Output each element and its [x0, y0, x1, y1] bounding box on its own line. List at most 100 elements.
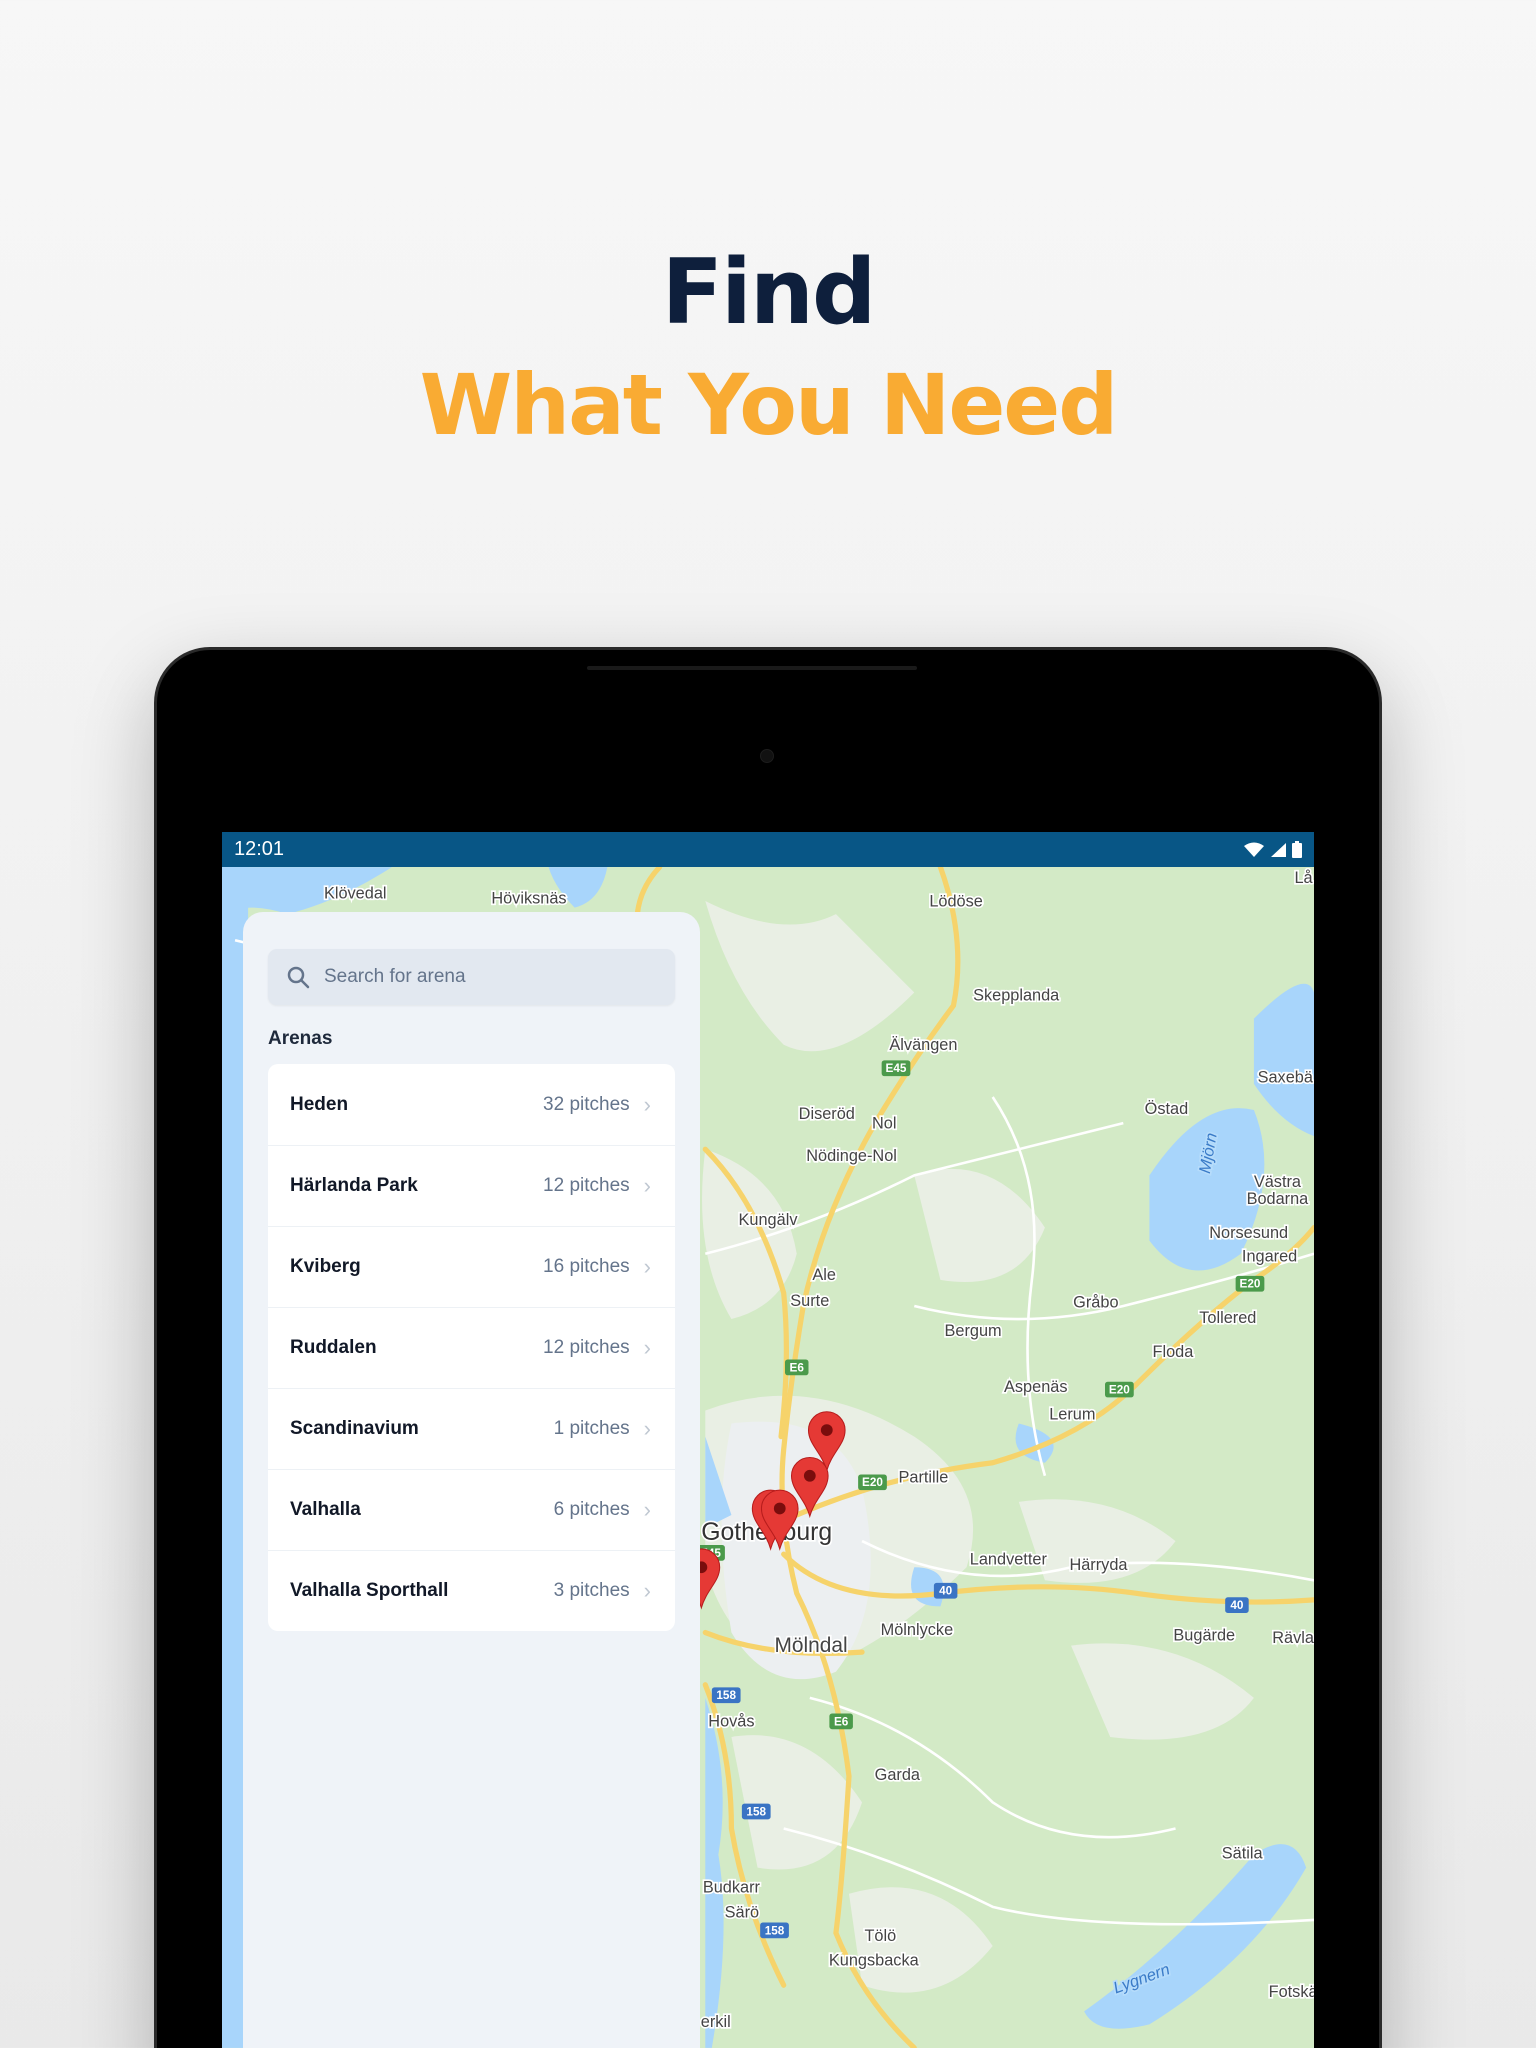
map-label: Ingared — [1242, 1248, 1297, 1266]
map-label: Mölnlycke — [881, 1621, 954, 1639]
pitch-count: 12 pitches — [543, 1175, 630, 1196]
map-label: Saxebä — [1258, 1069, 1314, 1087]
map-label: Lödöse — [929, 892, 983, 910]
map-label: Mölndal — [775, 1634, 848, 1657]
svg-text:E20: E20 — [1109, 1383, 1130, 1396]
chevron-right-icon: › — [643, 1578, 651, 1603]
map-label: Floda — [1153, 1343, 1195, 1361]
arena-row[interactable]: Valhalla Sporthall 3 pitches › — [268, 1550, 675, 1631]
road-shield: 158 — [711, 1687, 741, 1704]
road-shield: E20 — [1235, 1275, 1265, 1292]
chevron-right-icon: › — [643, 1091, 651, 1117]
road-shield: E6 — [829, 1713, 853, 1730]
search-input[interactable]: Search for arena — [268, 949, 675, 1005]
road-shield: E20 — [858, 1474, 887, 1491]
map-label: Särö — [725, 1903, 759, 1921]
pitch-count: 3 pitches — [553, 1580, 630, 1601]
svg-text:158: 158 — [716, 1689, 736, 1702]
svg-text:40: 40 — [1230, 1599, 1244, 1612]
map-label: Diseröd — [799, 1105, 855, 1123]
map-label: Nödinge-Nol — [806, 1147, 897, 1165]
arena-list: Heden 32 pitches › Härlanda Park 12 pitches… — [268, 1064, 675, 1631]
map-label: Landvetter — [970, 1551, 1048, 1569]
arena-row[interactable]: Heden 32 pitches › — [268, 1064, 675, 1145]
search-placeholder: Search for arena — [324, 966, 466, 987]
map-label: Lerum — [1049, 1406, 1095, 1424]
road-shield: 40 — [1225, 1597, 1249, 1613]
map-label: Kungsbacka — [829, 1952, 920, 1970]
map-label: Klövedal — [324, 884, 387, 902]
chevron-right-icon: › — [643, 1254, 651, 1279]
pitch-count: 6 pitches — [553, 1499, 630, 1520]
battery-icon — [1292, 841, 1302, 858]
chevron-right-icon: › — [643, 1416, 651, 1441]
svg-text:E45: E45 — [886, 1062, 907, 1075]
pitch-count: 16 pitches — [543, 1256, 630, 1277]
chevron-right-icon: › — [643, 1497, 651, 1522]
arena-name: Kviberg — [290, 1256, 361, 1277]
road-shield: 40 — [933, 1582, 958, 1599]
signal-icon — [1271, 842, 1286, 857]
search-icon — [287, 966, 310, 989]
map-label: Surte — [790, 1292, 829, 1310]
svg-text:40: 40 — [939, 1585, 953, 1598]
map-label: Västra — [1254, 1173, 1302, 1191]
road-shield: 158 — [760, 1922, 789, 1939]
status-bar: 12:01 — [222, 832, 1314, 867]
headline-find: Find — [661, 240, 877, 345]
map-label: Härryda — [1069, 1556, 1128, 1574]
arena-name: Härlanda Park — [290, 1175, 418, 1196]
map-label: Garda — [875, 1766, 921, 1784]
pitch-count: 32 pitches — [543, 1093, 630, 1115]
map-label: Kungälv — [739, 1211, 799, 1229]
svg-text:158: 158 — [765, 1924, 785, 1937]
map-label: Gråbo — [1073, 1293, 1118, 1311]
map-label: Fotskä — [1269, 1983, 1314, 2001]
wifi-icon — [1244, 842, 1264, 857]
road-shield: E45 — [881, 1060, 911, 1077]
arena-name: Valhalla — [290, 1499, 361, 1520]
chevron-right-icon: › — [643, 1335, 651, 1360]
arena-name: Scandinavium — [290, 1418, 419, 1439]
front-camera — [760, 749, 774, 763]
speaker-grille — [587, 666, 917, 670]
svg-text:E6: E6 — [790, 1361, 805, 1374]
map-label: Östad — [1145, 1100, 1189, 1118]
arena-name: Heden — [290, 1093, 349, 1115]
map-label: erkil — [701, 2013, 731, 2031]
pitch-count: 12 pitches — [543, 1337, 630, 1358]
svg-text:158: 158 — [746, 1805, 766, 1818]
arena-name: Ruddalen — [290, 1337, 377, 1358]
headline-what-you-need: What You Need — [419, 356, 1119, 454]
road-shield: E20 — [1105, 1381, 1134, 1398]
map-label: Tollered — [1199, 1309, 1256, 1327]
svg-text:E6: E6 — [834, 1715, 849, 1728]
arena-row[interactable]: Ruddalen 12 pitches › — [268, 1307, 675, 1388]
arena-row[interactable]: Härlanda Park 12 pitches › — [268, 1145, 675, 1226]
map-label: Bugärde — [1173, 1626, 1235, 1644]
pitch-count: 1 pitches — [553, 1418, 630, 1439]
map-label: Nol — [872, 1114, 896, 1132]
svg-text:E20: E20 — [862, 1476, 883, 1489]
map-label: Partille — [899, 1468, 949, 1486]
map-label: Sätila — [1222, 1845, 1264, 1863]
arena-name: Valhalla Sporthall — [290, 1580, 449, 1601]
svg-text:E20: E20 — [1240, 1278, 1261, 1291]
map-label: Ale — [812, 1266, 836, 1284]
status-time: 12:01 — [234, 838, 285, 860]
map-label: Norsesund — [1209, 1224, 1288, 1242]
map-label: Höviksnäs — [491, 890, 566, 908]
map-label: Budkarr — [703, 1878, 761, 1896]
road-shield: E6 — [784, 1359, 809, 1376]
chevron-right-icon: › — [643, 1173, 651, 1198]
arena-row[interactable]: Valhalla 6 pitches › — [268, 1469, 675, 1550]
arena-row[interactable]: Kviberg 16 pitches › — [268, 1226, 675, 1307]
map-label: Skepplanda — [973, 986, 1060, 1004]
road-shield: 158 — [741, 1803, 771, 1820]
map-label: Älvängen — [889, 1036, 957, 1054]
arena-panel: Search for arena Arenas Heden 32 pitches ›… — [243, 912, 700, 2048]
arenas-heading: Arenas — [268, 1028, 333, 1049]
arena-row[interactable]: Scandinavium 1 pitches › — [268, 1388, 675, 1469]
map-label: Rävla — [1272, 1629, 1314, 1647]
map-label: Hovås — [708, 1713, 754, 1731]
